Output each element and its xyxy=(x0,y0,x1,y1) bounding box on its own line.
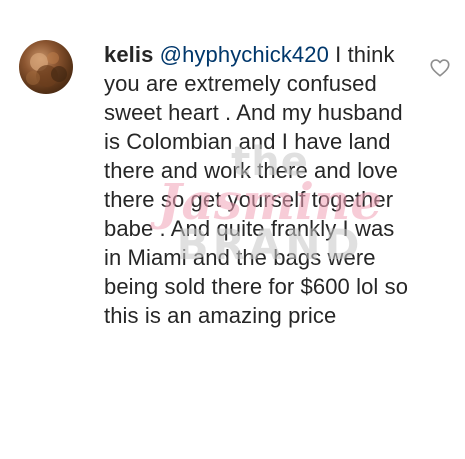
comment-mention-link[interactable]: @hyphychick420 xyxy=(160,42,329,67)
comment-username[interactable]: kelis xyxy=(104,42,153,67)
comment-text-block: kelis @hyphychick420 I think you are ext… xyxy=(104,40,414,330)
comment-item: kelis @hyphychick420 I think you are ext… xyxy=(0,0,465,459)
profile-photo-icon xyxy=(26,52,67,87)
avatar[interactable] xyxy=(19,40,73,94)
heart-outline-icon[interactable] xyxy=(429,57,451,79)
comment-body: I think you are extremely confused sweet… xyxy=(104,42,409,328)
